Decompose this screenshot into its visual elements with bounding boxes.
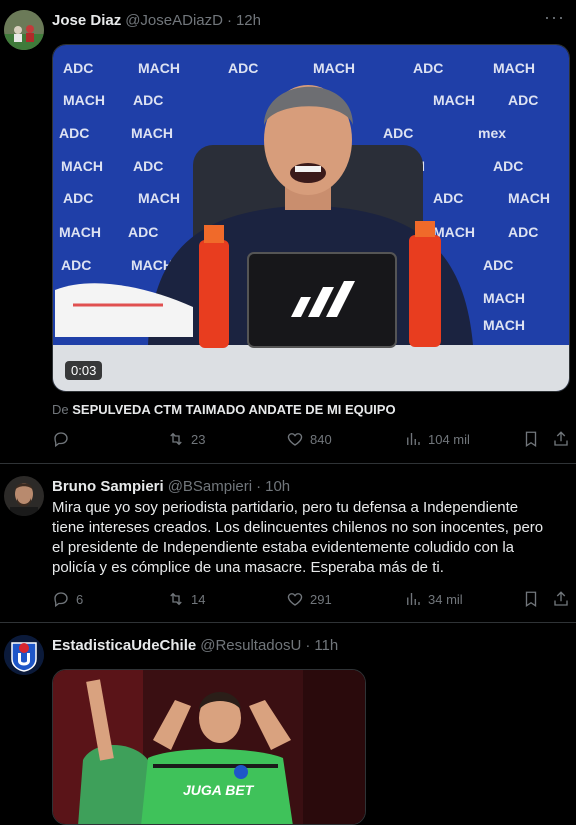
views-button[interactable]: 104 mil bbox=[404, 430, 470, 448]
heart-icon bbox=[287, 433, 303, 446]
svg-text:ADC: ADC bbox=[133, 158, 163, 174]
video-duration-badge: 0:03 bbox=[65, 361, 103, 380]
views-count: 104 mil bbox=[428, 431, 470, 447]
svg-text:ADC: ADC bbox=[508, 224, 538, 240]
retweet-button[interactable]: 14 bbox=[167, 590, 205, 608]
heart-icon bbox=[287, 593, 303, 606]
reply-button[interactable]: 6 bbox=[52, 590, 83, 608]
svg-text:ADC: ADC bbox=[128, 224, 158, 240]
tweet-bruno-sampieri[interactable]: Bruno Sampieri @BSampieri · 10h Mira que… bbox=[0, 464, 576, 622]
like-count: 291 bbox=[310, 591, 332, 607]
avatar-image bbox=[4, 10, 44, 50]
like-count: 840 bbox=[310, 431, 332, 447]
svg-text:MACH: MACH bbox=[61, 158, 103, 174]
svg-text:ADC: ADC bbox=[63, 60, 93, 76]
svg-text:ADC: ADC bbox=[508, 92, 538, 108]
share-button[interactable] bbox=[552, 590, 576, 608]
tweet-header: Bruno Sampieri @BSampieri · 10h bbox=[52, 476, 290, 496]
svg-text:MACH: MACH bbox=[131, 125, 173, 141]
share-button[interactable] bbox=[552, 430, 576, 448]
svg-text:MACH: MACH bbox=[59, 224, 101, 240]
more-options-icon[interactable]: ··· bbox=[544, 8, 564, 30]
author-name[interactable]: Bruno Sampieri bbox=[52, 478, 164, 495]
tweet-jose-diaz[interactable]: Jose Diaz @JoseADiazD · 12h ··· ADC MACH A… bbox=[0, 0, 576, 464]
retweet-count: 23 bbox=[191, 431, 206, 447]
timestamp[interactable]: 12h bbox=[236, 12, 261, 29]
bookmark-icon bbox=[525, 431, 537, 448]
separator-dot: · bbox=[256, 477, 262, 495]
svg-text:ADC: ADC bbox=[383, 125, 413, 141]
svg-text:MACH: MACH bbox=[483, 290, 525, 306]
svg-text:MACH: MACH bbox=[138, 190, 180, 206]
svg-text:MACH: MACH bbox=[433, 92, 475, 108]
video-player[interactable]: ADC MACH ADC MACH ADC MACH MACH ADC MACH ADC ADC… bbox=[52, 44, 570, 392]
avatar[interactable] bbox=[4, 635, 44, 675]
avatar-image bbox=[4, 476, 44, 516]
tweet-header: Jose Diaz @JoseADiazD · 12h bbox=[52, 10, 261, 30]
svg-text:MACH: MACH bbox=[508, 190, 550, 206]
action-bar: 23 840 104 mil bbox=[52, 430, 572, 450]
video-frame: ADC MACH ADC MACH ADC MACH MACH ADC MACH ADC ADC… bbox=[53, 45, 569, 391]
svg-text:ADC: ADC bbox=[133, 92, 163, 108]
video-source[interactable]: De SEPULVEDA CTM TAIMADO ANDATE DE MI EQ… bbox=[52, 402, 396, 417]
author-name[interactable]: Jose Diaz bbox=[52, 12, 121, 29]
tweet-header: EstadisticaUdeChile @ResultadosU · 11h bbox=[52, 635, 338, 655]
author-name[interactable]: EstadisticaUdeChile bbox=[52, 637, 196, 654]
separator-dot: · bbox=[226, 11, 232, 29]
reply-icon bbox=[54, 432, 68, 448]
views-button[interactable]: 34 mil bbox=[404, 590, 463, 608]
svg-text:MACH: MACH bbox=[138, 60, 180, 76]
source-title[interactable]: SEPULVEDA CTM TAIMADO ANDATE DE MI EQUIP… bbox=[72, 402, 395, 417]
reply-count: 6 bbox=[76, 591, 84, 607]
like-button[interactable]: 840 bbox=[286, 430, 332, 448]
views-icon bbox=[407, 433, 420, 445]
svg-text:ADC: ADC bbox=[59, 125, 89, 141]
svg-text:ADC: ADC bbox=[413, 60, 443, 76]
retweet-count: 14 bbox=[191, 591, 206, 607]
separator-dot: · bbox=[305, 636, 311, 654]
avatar[interactable] bbox=[4, 476, 44, 516]
author-handle[interactable]: @JoseADiazD bbox=[125, 12, 223, 29]
retweet-icon bbox=[170, 592, 182, 606]
share-icon bbox=[554, 431, 568, 446]
udechile-logo-icon bbox=[4, 635, 44, 675]
reply-button[interactable] bbox=[52, 430, 76, 448]
retweet-button[interactable]: 23 bbox=[167, 430, 205, 448]
svg-text:MACH: MACH bbox=[63, 92, 105, 108]
action-bar: 6 14 291 34 mil bbox=[52, 590, 572, 610]
svg-text:ADC: ADC bbox=[493, 158, 523, 174]
photo[interactable]: JUGA BET bbox=[52, 669, 366, 825]
svg-text:mex: mex bbox=[478, 125, 506, 141]
bookmark-button[interactable] bbox=[522, 590, 546, 608]
svg-text:ADC: ADC bbox=[483, 257, 513, 273]
svg-text:ADC: ADC bbox=[433, 190, 463, 206]
svg-text:ADC: ADC bbox=[63, 190, 93, 206]
author-handle[interactable]: @BSampieri bbox=[168, 478, 252, 495]
views-icon bbox=[407, 593, 420, 605]
timestamp[interactable]: 10h bbox=[265, 478, 290, 495]
timestamp[interactable]: 11h bbox=[314, 637, 338, 654]
reply-icon bbox=[54, 592, 68, 608]
svg-text:ADC: ADC bbox=[228, 60, 258, 76]
player-photo bbox=[53, 670, 365, 824]
like-button[interactable]: 291 bbox=[286, 590, 332, 608]
bookmark-button[interactable] bbox=[522, 430, 546, 448]
author-handle[interactable]: @ResultadosU bbox=[200, 637, 301, 654]
source-prefix: De bbox=[52, 402, 69, 417]
views-count: 34 mil bbox=[428, 591, 463, 607]
svg-text:MACH: MACH bbox=[313, 60, 355, 76]
svg-text:ADC: ADC bbox=[61, 257, 91, 273]
tweet-text: Mira que yo soy periodista partidario, p… bbox=[52, 499, 544, 576]
svg-text:MACH: MACH bbox=[483, 317, 525, 333]
jersey-sponsor-text: JUGA BET bbox=[183, 782, 254, 798]
tweet-estadistica-udechile[interactable]: EstadisticaUdeChile @ResultadosU · 11h J… bbox=[0, 623, 576, 825]
retweet-icon bbox=[170, 432, 182, 446]
bookmark-icon bbox=[525, 591, 537, 608]
avatar[interactable] bbox=[4, 10, 44, 50]
share-icon bbox=[554, 591, 568, 606]
svg-text:MACH: MACH bbox=[493, 60, 535, 76]
